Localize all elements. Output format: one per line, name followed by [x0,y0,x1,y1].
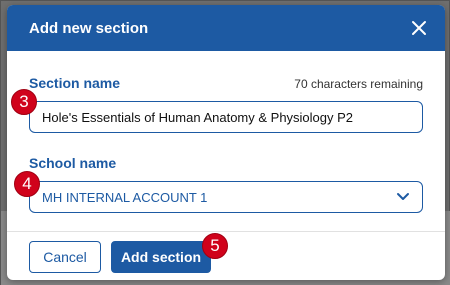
chars-remaining: 70 characters remaining [294,77,423,91]
dialog-body: Section name 70 characters remaining Hol… [7,75,445,213]
step-badge-3: 3 [11,89,37,115]
school-name-selected: MH INTERNAL ACCOUNT 1 [42,189,208,205]
add-section-button[interactable]: Add section [111,241,211,273]
section-name-input[interactable]: Hole's Essentials of Human Anatomy & Phy… [29,101,423,133]
footer-divider [7,231,445,232]
section-name-label: Section name [29,75,121,91]
section-name-value: Hole's Essentials of Human Anatomy & Phy… [42,109,354,125]
section-name-label-row: Section name 70 characters remaining [29,75,423,91]
close-icon [412,21,426,35]
school-name-label: School name [29,155,117,171]
dialog-header: Add new section [7,5,445,51]
school-name-select[interactable]: MH INTERNAL ACCOUNT 1 [29,181,423,213]
chevron-down-icon [397,193,409,200]
dialog-title: Add new section [29,19,149,37]
cancel-button[interactable]: Cancel [29,241,101,273]
dialog-footer: Cancel Add section [29,241,211,273]
step-badge-4: 4 [14,171,40,197]
step-badge-5: 5 [202,233,228,259]
close-button[interactable] [405,14,433,42]
screen: Add new section Section name 70 characte… [0,0,450,285]
